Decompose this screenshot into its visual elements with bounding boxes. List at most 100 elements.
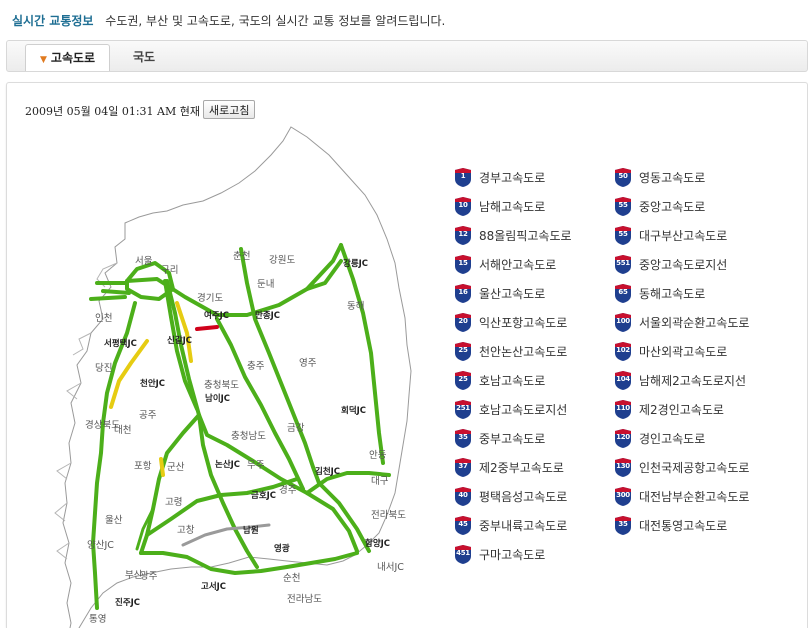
legend-item[interactable]: 12 88올림픽고속도로 bbox=[453, 224, 572, 246]
highway-number: 65 bbox=[618, 287, 628, 296]
highway-shield-icon: 16 bbox=[453, 283, 473, 304]
highway-number: 300 bbox=[616, 490, 630, 499]
region-label: 통영 bbox=[89, 614, 106, 625]
highway-shield-icon: 12 bbox=[453, 225, 473, 246]
highway-shield-icon: 40 bbox=[453, 486, 473, 507]
timestamp: 2009년 05월 04일 01:31 AM 현재 bbox=[25, 105, 200, 118]
highway-name: 중부고속도로 bbox=[479, 431, 546, 446]
legend-item[interactable]: 251 호남고속도로지선 bbox=[453, 398, 567, 420]
junction-label: 여주JC bbox=[204, 310, 229, 321]
junction-label: 신갈JC bbox=[167, 335, 192, 346]
legend-item[interactable]: 20 익산포항고속도로 bbox=[453, 311, 567, 333]
highway-shield-icon: 50 bbox=[613, 167, 633, 188]
region-label: 전라북도 bbox=[371, 510, 406, 521]
highway-number: 40 bbox=[458, 490, 468, 499]
legend-item[interactable]: 35 중부고속도로 bbox=[453, 427, 545, 449]
legend-item[interactable]: 50 영동고속도로 bbox=[613, 166, 705, 188]
highway-name: 경부고속도로 bbox=[479, 170, 546, 185]
tab-bar: ▼ 고속도로 국도 bbox=[6, 40, 808, 72]
region-label: 광주 bbox=[140, 570, 158, 582]
highway-shield-icon: 104 bbox=[613, 370, 633, 391]
road-slow-3 bbox=[159, 457, 165, 477]
highway-number: 50 bbox=[618, 171, 628, 180]
highway-shield-icon: 37 bbox=[453, 457, 473, 478]
region-label: 고창 bbox=[177, 525, 195, 536]
refresh-button[interactable]: 새로고침 bbox=[203, 100, 256, 119]
legend-item[interactable]: 40 평택음성고속도로 bbox=[453, 485, 567, 507]
junction-label: 회덕JC bbox=[341, 405, 366, 416]
legend-item[interactable]: 55 중앙고속도로 bbox=[613, 195, 705, 217]
traffic-map: 서울구리 춘천 강원도 강릉JC 인천 경기도 둔내동해여주JC 만종JC 서평택JC 신갈JC 당… bbox=[54, 126, 412, 628]
legend-item[interactable]: 45 중부내륙고속도로 bbox=[453, 514, 567, 536]
highway-shield-icon: 65 bbox=[613, 283, 633, 304]
region-label: 대구 bbox=[371, 476, 389, 487]
region-label: 울산 bbox=[105, 515, 123, 526]
legend-item[interactable]: 15 서해안고속도로 bbox=[453, 253, 556, 275]
region-label: 무주 bbox=[247, 460, 265, 471]
region-label: 춘천 bbox=[233, 251, 250, 262]
legend-item[interactable]: 102 마산외곽고속도로 bbox=[613, 340, 727, 362]
highway-name: 중앙고속도로 bbox=[639, 199, 706, 214]
legend-item[interactable]: 551 중앙고속도로지선 bbox=[613, 253, 727, 275]
legend-item[interactable]: 1 경부고속도로 bbox=[453, 166, 545, 188]
highway-number: 100 bbox=[616, 316, 630, 325]
legend-item[interactable]: 35 대전통영고속도로 bbox=[613, 514, 727, 536]
legend-item[interactable]: 37 제2중부고속도로 bbox=[453, 456, 564, 478]
legend-item[interactable]: 300 대전남부순환고속도로 bbox=[613, 485, 749, 507]
highway-number: 15 bbox=[458, 258, 468, 267]
highway-name: 경인고속도로 bbox=[639, 431, 706, 446]
junction-label: 천안JC bbox=[140, 378, 165, 389]
highway-name: 중앙고속도로지선 bbox=[639, 257, 728, 272]
highway-name: 동해고속도로 bbox=[639, 286, 706, 301]
legend-item[interactable]: 451 구마고속도로 bbox=[453, 543, 545, 565]
highway-shield-icon: 55 bbox=[613, 196, 633, 217]
region-label: 경기도 bbox=[197, 292, 223, 304]
legend-item[interactable]: 55 대구부산고속도로 bbox=[613, 224, 727, 246]
legend-item[interactable]: 65 동해고속도로 bbox=[613, 282, 705, 304]
legend-item[interactable]: 16 울산고속도로 bbox=[453, 282, 545, 304]
highway-shield-icon: 20 bbox=[453, 312, 473, 333]
legend-item[interactable]: 130 인천국제공항고속도로 bbox=[613, 456, 749, 478]
legend-item[interactable]: 10 남해고속도로 bbox=[453, 195, 545, 217]
region-label: 구리 bbox=[161, 265, 178, 276]
highway-shield-icon: 300 bbox=[613, 486, 633, 507]
highway-shield-icon: 120 bbox=[613, 428, 633, 449]
legend-item[interactable]: 110 제2경인고속도로 bbox=[613, 398, 724, 420]
junction-label: 서평택JC bbox=[104, 338, 137, 349]
legend-item[interactable]: 25 호남고속도로 bbox=[453, 369, 545, 391]
highway-shield-icon: 25 bbox=[453, 370, 473, 391]
highway-number: 12 bbox=[458, 229, 468, 238]
highway-name: 구마고속도로 bbox=[479, 547, 546, 562]
region-label: 강원도 bbox=[269, 255, 295, 266]
highway-name: 서해안고속도로 bbox=[479, 257, 557, 272]
highway-shield-icon: 102 bbox=[613, 341, 633, 362]
region-label: 양산JC bbox=[87, 540, 114, 551]
highway-number: 25 bbox=[458, 345, 468, 354]
region-label: 군산 bbox=[167, 462, 185, 473]
legend-item[interactable]: 120 경인고속도로 bbox=[613, 427, 705, 449]
region-label: 당진 bbox=[95, 363, 112, 374]
highway-number: 16 bbox=[458, 287, 468, 296]
highway-name: 인천국제공항고속도로 bbox=[639, 460, 750, 475]
tab-expressway[interactable]: ▼ 고속도로 bbox=[25, 44, 111, 71]
highway-number: 25 bbox=[458, 374, 468, 383]
highway-number: 20 bbox=[458, 316, 468, 325]
highway-name: 88올림픽고속도로 bbox=[479, 228, 572, 243]
highway-name: 서울외곽순환고속도로 bbox=[639, 315, 750, 330]
highway-shield-icon: 551 bbox=[613, 254, 633, 275]
junction-label: 함양JC bbox=[365, 538, 390, 549]
region-label: 충주 bbox=[247, 361, 265, 372]
legend-item[interactable]: 104 남해제2고속도로지선 bbox=[613, 369, 746, 391]
legend-item[interactable]: 100 서울외곽순환고속도로 bbox=[613, 311, 749, 333]
legend-item[interactable]: 25 천안논산고속도로 bbox=[453, 340, 567, 362]
highway-name: 호남고속도로지선 bbox=[479, 402, 568, 417]
junction-label: 논산JC bbox=[215, 459, 240, 470]
highway-number: 1 bbox=[460, 171, 466, 180]
region-label: 대천 bbox=[114, 425, 131, 436]
region-label: 영주 bbox=[299, 358, 317, 369]
page-description: 수도권, 부산 및 고속도로, 국도의 실시간 교통 정보를 알려드립니다. bbox=[105, 14, 446, 28]
tab-national-road[interactable]: 국도 bbox=[119, 44, 169, 70]
highway-name: 남해고속도로 bbox=[479, 199, 546, 214]
highway-number: 35 bbox=[618, 519, 628, 528]
highway-number: 251 bbox=[456, 403, 470, 412]
